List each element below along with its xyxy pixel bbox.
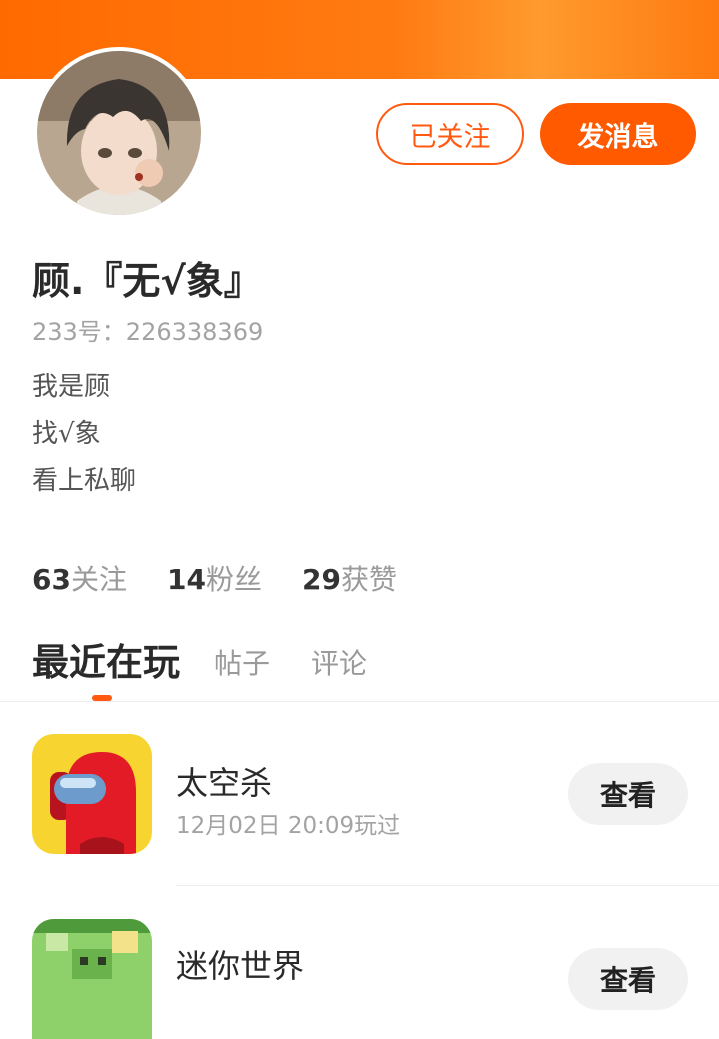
red-crewmate-icon	[32, 734, 152, 854]
list-item[interactable]: 太空杀 12月02日 20:09玩过 查看	[0, 720, 719, 870]
tab-comments[interactable]: 评论	[311, 642, 367, 682]
stat-label: 关注	[70, 563, 127, 596]
tab-recently-played[interactable]: 最近在玩	[32, 632, 180, 686]
stat-value: 63	[32, 563, 71, 596]
profile-stats: 63关注 14粉丝 29获赞	[32, 558, 437, 598]
send-message-button[interactable]: 发消息	[540, 103, 696, 165]
profile-name: 顾.『无√象』	[32, 259, 262, 303]
bio-line: 找√象	[32, 419, 101, 449]
stat-label: 粉丝	[205, 563, 262, 596]
last-played-time: 12月02日 20:09玩过	[176, 813, 401, 839]
profile-id: 233号：226338369	[32, 318, 264, 346]
list-divider	[176, 885, 719, 886]
view-button[interactable]: 查看	[568, 763, 688, 825]
followed-button[interactable]: 已关注	[376, 103, 524, 165]
game-name: 迷你世界	[176, 947, 305, 985]
stat-following[interactable]: 63关注	[32, 558, 127, 598]
stat-followers[interactable]: 14粉丝	[167, 558, 262, 598]
stat-label: 获赞	[340, 563, 397, 596]
mini-world-icon	[32, 919, 152, 1039]
game-name: 太空杀	[176, 764, 273, 802]
stat-value: 29	[301, 563, 341, 596]
stat-value: 14	[166, 563, 206, 596]
avatar-image	[37, 51, 201, 215]
tab-divider	[0, 701, 719, 702]
avatar[interactable]	[33, 47, 205, 219]
profile-bio: 我是顾 找√象 看上私聊	[32, 368, 136, 509]
tab-posts[interactable]: 帖子	[214, 642, 270, 682]
list-item[interactable]: 迷你世界 查看	[0, 905, 719, 1039]
view-button[interactable]: 查看	[568, 948, 688, 1010]
stat-likes[interactable]: 29获赞	[302, 558, 397, 598]
bio-line: 我是顾	[32, 372, 111, 402]
bio-line: 看上私聊	[32, 466, 137, 496]
